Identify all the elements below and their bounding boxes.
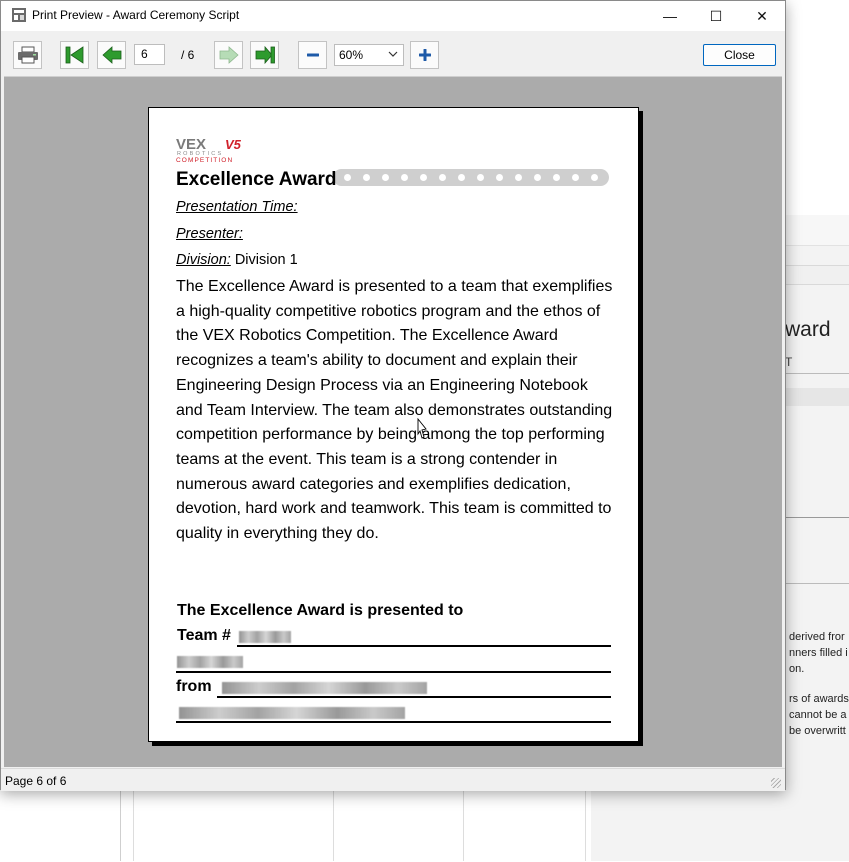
background-divider: [785, 517, 849, 518]
maximize-button[interactable]: ☐: [693, 1, 739, 31]
background-column-divider: [463, 790, 464, 861]
presentation-time-line: Presentation Time:: [176, 199, 298, 215]
page-number-input[interactable]: 6: [134, 44, 165, 65]
redacted-team-name: [177, 656, 243, 668]
award-heading: Excellence Award: [176, 169, 337, 190]
zoom-out-button[interactable]: [298, 41, 327, 69]
background-column-divider: [133, 790, 134, 861]
location-underline: [176, 721, 611, 723]
background-window-subtitle: T: [785, 355, 793, 369]
first-page-button[interactable]: [60, 41, 89, 69]
background-bottom-panel: [121, 790, 591, 862]
background-divider: [785, 583, 849, 584]
title-bar[interactable]: Print Preview - Award Ceremony Script — …: [1, 1, 785, 31]
background-window-title: ward: [785, 318, 831, 341]
zoom-select[interactable]: 60%: [334, 44, 404, 66]
award-description: The Excellence Award is presented to a t…: [176, 278, 613, 543]
organization-underline: [217, 696, 611, 698]
zoom-out-icon: [306, 53, 319, 57]
logo-v5-text: V5: [225, 137, 242, 152]
next-page-icon: [219, 46, 239, 64]
print-button[interactable]: [13, 41, 42, 69]
page-status-text: Page 6 of 6: [5, 774, 67, 788]
preview-viewport[interactable]: VEX V5 ROBOTICS COMPETITION Excellence A…: [4, 77, 782, 767]
print-preview-window: Print Preview - Award Ceremony Script — …: [0, 0, 786, 791]
background-column-divider: [333, 790, 334, 861]
preview-page: VEX V5 ROBOTICS COMPETITION Excellence A…: [148, 107, 639, 742]
zoom-in-icon: [418, 49, 431, 61]
team-name-underline: [176, 671, 611, 673]
presented-to-text: The Excellence Award is presented to: [177, 602, 464, 619]
background-column-divider: [585, 790, 586, 861]
preview-toolbar: 6 / 6 60% Close: [4, 34, 782, 77]
page-total-label: / 6: [181, 48, 195, 62]
presenter-label: Presenter:: [176, 226, 243, 242]
background-text-line: derived fror: [789, 631, 845, 643]
division-line: Division: Division 1: [176, 252, 298, 268]
text-cursor-icon: [417, 418, 427, 439]
division-value: Division 1: [230, 252, 298, 268]
close-window-button[interactable]: ✕: [739, 1, 785, 31]
background-window-header: [785, 215, 849, 246]
zoom-in-button[interactable]: [410, 41, 439, 69]
zoom-value: 60%: [339, 48, 364, 62]
resize-grip-icon[interactable]: [771, 778, 781, 788]
background-text-line: nners filled i: [789, 647, 848, 659]
close-button[interactable]: Close: [703, 44, 776, 66]
printer-icon: [17, 46, 38, 64]
minimize-button[interactable]: —: [647, 1, 693, 31]
presenter-line: Presenter:: [176, 226, 243, 242]
team-number-underline: [237, 645, 611, 647]
previous-page-button[interactable]: [97, 41, 126, 69]
background-window-band: [785, 265, 849, 285]
redacted-location: [179, 707, 405, 719]
from-label: from: [176, 678, 212, 695]
team-number-label: Team #: [177, 627, 231, 644]
first-page-icon: [65, 46, 83, 64]
logo-competition-text: COMPETITION: [176, 157, 233, 164]
print-preview-app-icon: [12, 8, 26, 22]
chevron-down-icon: [388, 51, 398, 57]
background-gray-row: [785, 388, 849, 406]
division-label: Division:: [176, 252, 231, 268]
redacted-team-number: [239, 631, 291, 643]
last-page-button[interactable]: [250, 41, 279, 69]
background-text-line: be overwritt: [789, 725, 846, 737]
previous-page-icon: [101, 46, 121, 64]
status-bar: Page 6 of 6: [1, 768, 785, 791]
next-page-button[interactable]: [214, 41, 243, 69]
background-divider: [785, 373, 849, 374]
presentation-time-label: Presentation Time:: [176, 199, 298, 215]
last-page-icon: [255, 45, 275, 65]
background-text-line: cannot be a: [789, 709, 847, 721]
window-title: Print Preview - Award Ceremony Script: [32, 8, 240, 22]
vex-v5-logo: VEX V5 ROBOTICS COMPETITION: [176, 136, 242, 164]
background-text-line: rs of awards: [789, 693, 849, 705]
redacted-organization: [222, 682, 427, 694]
background-text-line: on.: [789, 663, 805, 675]
decorative-dots-bar: [333, 169, 609, 186]
